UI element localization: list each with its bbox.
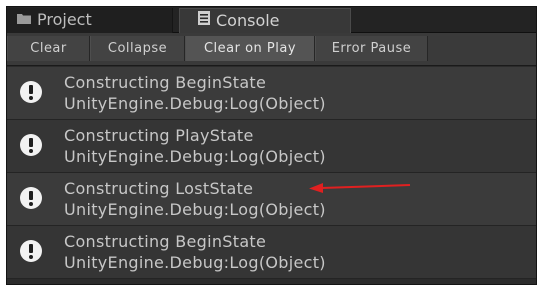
- log-list: Constructing BeginState UnityEngine.Debu…: [7, 67, 536, 279]
- log-entry[interactable]: Constructing PlayState UnityEngine.Debug…: [7, 120, 536, 173]
- tab-project[interactable]: Project: [7, 8, 173, 33]
- console-toolbar: Clear Collapse Clear on Play Error Pause: [7, 33, 536, 66]
- log-source: UnityEngine.Debug:Log(Object): [64, 253, 326, 272]
- log-source: UnityEngine.Debug:Log(Object): [64, 94, 326, 113]
- log-source: UnityEngine.Debug:Log(Object): [64, 200, 326, 219]
- tab-project-label: Project: [37, 10, 92, 29]
- folder-icon: [17, 7, 31, 31]
- red-arrow-annotation: [309, 183, 411, 193]
- info-icon: [20, 134, 42, 156]
- error-pause-button[interactable]: Error Pause: [315, 36, 428, 61]
- console-window: Project Console Clear Collapse Clear on …: [6, 6, 537, 285]
- tab-console-label: Console: [216, 11, 280, 30]
- log-message: Constructing BeginState: [64, 232, 267, 251]
- log-source: UnityEngine.Debug:Log(Object): [64, 147, 326, 166]
- collapse-button[interactable]: Collapse: [90, 36, 185, 61]
- clear-button[interactable]: Clear: [7, 36, 90, 61]
- log-message: Constructing LostState: [64, 179, 254, 198]
- tab-bar: Project Console: [7, 7, 536, 33]
- log-entry[interactable]: Constructing LostState UnityEngine.Debug…: [7, 173, 536, 226]
- log-entry[interactable]: Constructing BeginState UnityEngine.Debu…: [7, 226, 536, 279]
- info-icon: [20, 240, 42, 262]
- log-entry[interactable]: Constructing BeginState UnityEngine.Debu…: [7, 67, 536, 120]
- clear-on-play-button[interactable]: Clear on Play: [185, 36, 315, 61]
- log-message: Constructing BeginState: [64, 73, 267, 92]
- console-icon: [198, 8, 210, 32]
- info-icon: [20, 187, 42, 209]
- info-icon: [20, 81, 42, 103]
- log-message: Constructing PlayState: [64, 126, 254, 145]
- tab-console[interactable]: Console: [179, 8, 351, 33]
